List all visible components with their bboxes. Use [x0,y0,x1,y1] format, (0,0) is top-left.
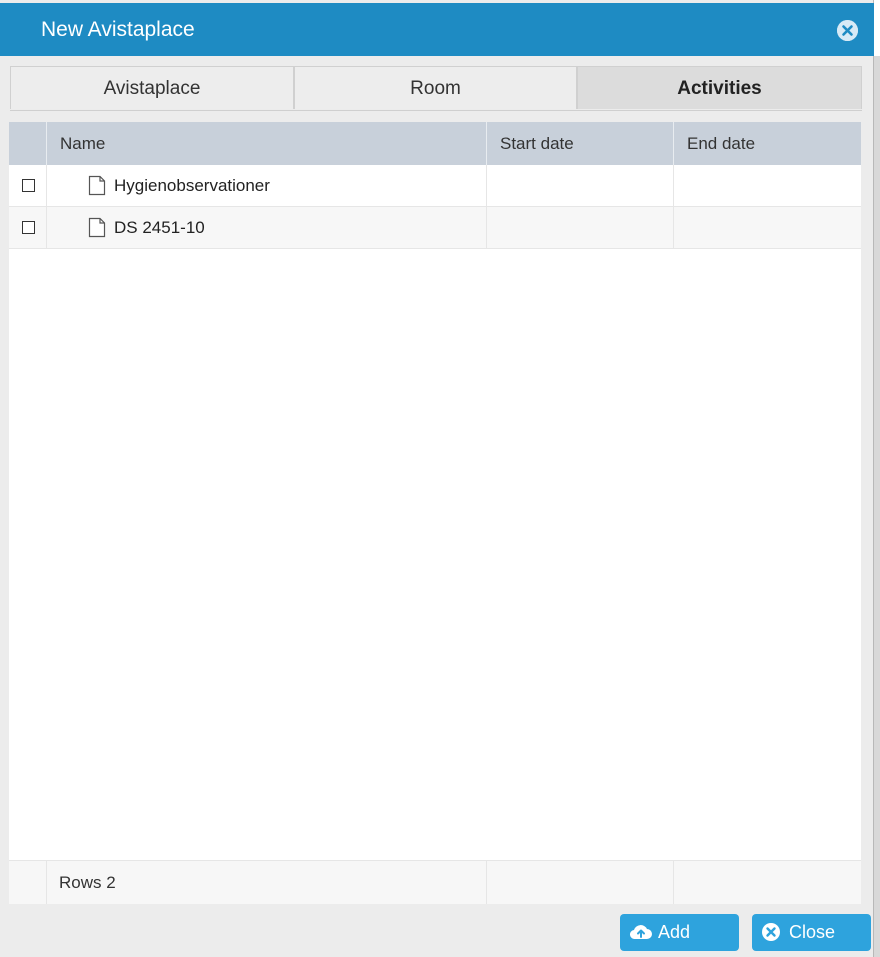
grid-footer: Rows 2 [9,860,861,904]
row-name: DS 2451-10 [114,218,205,237]
row-checkbox[interactable] [22,179,35,192]
column-divider [486,165,487,206]
column-divider [46,207,47,248]
tab-label: Avistaplace [103,78,201,99]
background-edge [874,0,880,56]
tab-activities[interactable]: Activities [577,66,862,109]
tab-avistaplace[interactable]: Avistaplace [10,66,294,109]
tab-divider [10,110,862,111]
column-header-label: Start date [500,134,574,153]
dialog: New Avistaplace Avistaplace Room Activit… [0,0,874,957]
add-button-label: Add [658,922,691,942]
tab-label: Activities [677,78,762,99]
table-row[interactable]: Hygienobservationer [9,165,861,207]
column-divider [673,165,674,206]
document-icon [88,217,106,238]
column-divider [46,861,47,904]
add-button[interactable]: Add [620,914,739,951]
activities-grid: Name Start date End date Hygienobservati… [9,122,861,904]
column-divider [486,861,487,904]
column-divider [673,207,674,248]
grid-header: Name Start date End date [9,122,861,165]
column-divider [486,207,487,248]
close-button[interactable]: Close [752,914,871,951]
tab-bar: Avistaplace Room Activities [10,66,862,110]
cloud-upload-icon [629,925,652,940]
dialog-titlebar: New Avistaplace [0,3,874,56]
dialog-title: New Avistaplace [41,18,195,41]
row-checkbox[interactable] [22,221,35,234]
column-header-end-date[interactable]: End date [673,122,861,165]
column-header-start-date[interactable]: Start date [486,122,673,165]
column-divider [673,861,674,904]
table-row[interactable]: DS 2451-10 [9,207,861,249]
tab-label: Room [410,78,461,99]
column-divider [46,165,47,206]
column-header-label: Name [60,134,106,153]
column-header-label: End date [687,134,756,153]
close-dialog-icon[interactable] [837,20,858,41]
row-name: Hygienobservationer [114,176,270,195]
tab-room[interactable]: Room [294,66,577,109]
cancel-circle-icon [762,923,780,941]
document-icon [88,175,106,196]
column-header-name[interactable]: Name [46,122,486,165]
row-count: Rows 2 [59,873,116,892]
background-edge [874,56,880,957]
close-button-label: Close [789,922,836,942]
